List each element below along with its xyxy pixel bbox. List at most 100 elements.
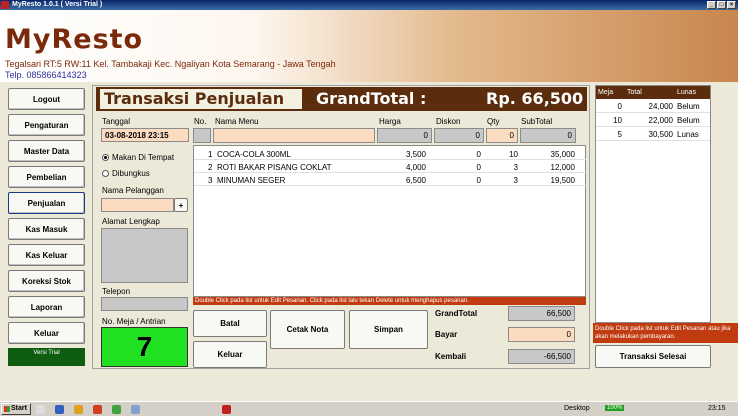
kembali-field: -66,500 (508, 349, 575, 364)
quicklaunch-icon[interactable] (131, 405, 140, 414)
col-lunas-header: Lunas (677, 89, 697, 96)
myresto-taskbar-icon[interactable] (222, 405, 231, 414)
windows-flag-icon (4, 406, 10, 412)
keluar-action-button[interactable]: Keluar (193, 341, 267, 368)
desktop-label[interactable]: Desktop (564, 405, 590, 412)
row-nama: MINUMAN SEGER (217, 176, 286, 185)
batal-button[interactable]: Batal (193, 310, 267, 337)
start-label: Start (11, 405, 27, 412)
radio-makan-di-tempat[interactable]: Makan Di Tempat (102, 153, 174, 162)
radio-dibungkus-label: Dibungkus (112, 169, 150, 178)
window-controls: _ □ × (707, 1, 736, 9)
radio-dibungkus[interactable]: Dibungkus (102, 169, 150, 178)
item-lunas: Belum (677, 102, 700, 111)
address-text: Tegalsari RT:5 RW:11 Kel. Tambakaji Kec.… (5, 59, 336, 69)
close-button[interactable]: × (727, 1, 736, 9)
row-no: 3 (208, 176, 213, 185)
table-row[interactable]: 1 COCA-COLA 300ML 3,500 0 10 35,000 (194, 149, 586, 160)
kas-keluar-button[interactable]: Kas Keluar (8, 244, 85, 266)
row-no: 2 (208, 163, 213, 172)
col-harga-header: Harga (379, 117, 401, 126)
telepon-label: Telepon (102, 287, 131, 296)
folder-icon[interactable] (74, 405, 83, 414)
penjualan-button[interactable]: Penjualan (8, 192, 85, 214)
laporan-button[interactable]: Laporan (8, 296, 85, 318)
kas-masuk-button[interactable]: Kas Masuk (8, 218, 85, 240)
row-nama: ROTI BAKAR PISANG COKLAT (217, 163, 332, 172)
nama-pelanggan-label: Nama Pelanggan (102, 186, 164, 195)
alamat-field[interactable] (101, 228, 188, 283)
list-item[interactable]: 5 30,500 Lunas (596, 128, 710, 141)
row-subtotal: 19,500 (550, 176, 575, 185)
tanggal-label: Tanggal (102, 117, 131, 126)
row-diskon: 0 (476, 176, 481, 185)
row-qty: 10 (509, 150, 518, 159)
app-icon (1, 1, 9, 9)
page-title: Transaksi Penjualan (100, 89, 302, 109)
tanggal-field[interactable]: 03-08-2018 23:15 (101, 128, 189, 142)
kembali-label: Kembali (435, 352, 467, 361)
start-button[interactable]: Start (1, 403, 31, 415)
row-harga: 6,500 (405, 176, 426, 185)
col-no-header: No. (194, 117, 207, 126)
col-qty-header: Qty (487, 117, 500, 126)
grandtotal-label: GrandTotal (435, 309, 478, 318)
clock: 23:15 (708, 405, 726, 412)
keluar-button[interactable]: Keluar (8, 322, 85, 344)
qty-input[interactable]: 0 (486, 128, 518, 143)
item-meja: 5 (617, 130, 622, 139)
taskbar: Start Desktop 100% 23:15 (0, 401, 738, 416)
row-subtotal: 12,000 (550, 163, 575, 172)
maximize-button[interactable]: □ (717, 1, 726, 9)
pengaturan-button[interactable]: Pengaturan (8, 114, 85, 136)
row-qty: 3 (513, 163, 518, 172)
row-nama: COCA-COLA 300ML (217, 150, 291, 159)
table-status-list[interactable]: Meja Total Lunas 0 24,000 Belum 10 22,00… (595, 85, 711, 323)
row-qty: 3 (513, 176, 518, 185)
no-input[interactable] (193, 128, 211, 143)
list-item[interactable]: 10 22,000 Belum (596, 114, 710, 127)
chrome-icon[interactable] (112, 405, 121, 414)
minimize-button[interactable]: _ (707, 1, 716, 9)
browser-icon[interactable] (93, 405, 102, 414)
app-logo: MyResto (5, 24, 144, 55)
col-nama-header: Nama Menu (215, 117, 259, 126)
nama-pelanggan-field[interactable] (101, 198, 174, 212)
row-harga: 4,000 (405, 163, 426, 172)
row-diskon: 0 (476, 150, 481, 159)
table-row[interactable]: 3 MINUMAN SEGER 6,500 0 3 19,500 (194, 175, 586, 186)
alamat-label: Alamat Lengkap (102, 217, 160, 226)
list-item[interactable]: 0 24,000 Belum (596, 100, 710, 113)
col-total-header: Total (627, 89, 642, 96)
item-total: 22,000 (648, 116, 673, 125)
row-diskon: 0 (476, 163, 481, 172)
subtotal-input[interactable]: 0 (520, 128, 576, 143)
order-table[interactable]: 1 COCA-COLA 300ML 3,500 0 10 35,000 2 RO… (193, 145, 586, 297)
quicklaunch-icon[interactable] (36, 405, 45, 414)
pembelian-button[interactable]: Pembelian (8, 166, 85, 188)
window-title: MyResto 1.0.1 ( Versi Trial ) (12, 1, 103, 8)
radio-on-icon (102, 154, 109, 161)
simpan-button[interactable]: Simpan (349, 310, 428, 349)
grandtotal-field: 66,500 (508, 306, 575, 321)
col-subtotal-header: SubTotal (521, 117, 553, 126)
table-row[interactable]: 2 ROTI BAKAR PISANG COKLAT 4,000 0 3 12,… (194, 162, 586, 173)
cetak-nota-button[interactable]: Cetak Nota (270, 310, 345, 349)
harga-input[interactable]: 0 (377, 128, 432, 143)
quicklaunch-icon[interactable] (55, 405, 64, 414)
logout-button[interactable]: Logout (8, 88, 85, 110)
col-diskon-header: Diskon (436, 117, 461, 126)
master-data-button[interactable]: Master Data (8, 140, 85, 162)
transaksi-selesai-button[interactable]: Transaksi Selesai (595, 345, 711, 368)
diskon-input[interactable]: 0 (434, 128, 484, 143)
radio-off-icon (102, 170, 109, 177)
nama-menu-input[interactable] (213, 128, 375, 143)
bayar-field[interactable]: 0 (508, 327, 575, 342)
telepon-field[interactable] (101, 297, 188, 311)
koreksi-stok-button[interactable]: Koreksi Stok (8, 270, 85, 292)
item-lunas: Lunas (677, 130, 699, 139)
item-total: 30,500 (648, 130, 673, 139)
meja-label: No. Meja / Antrian (102, 317, 166, 326)
add-customer-button[interactable]: + (174, 198, 188, 212)
grandtotal-header-value: Rp. 66,500 (486, 89, 584, 108)
